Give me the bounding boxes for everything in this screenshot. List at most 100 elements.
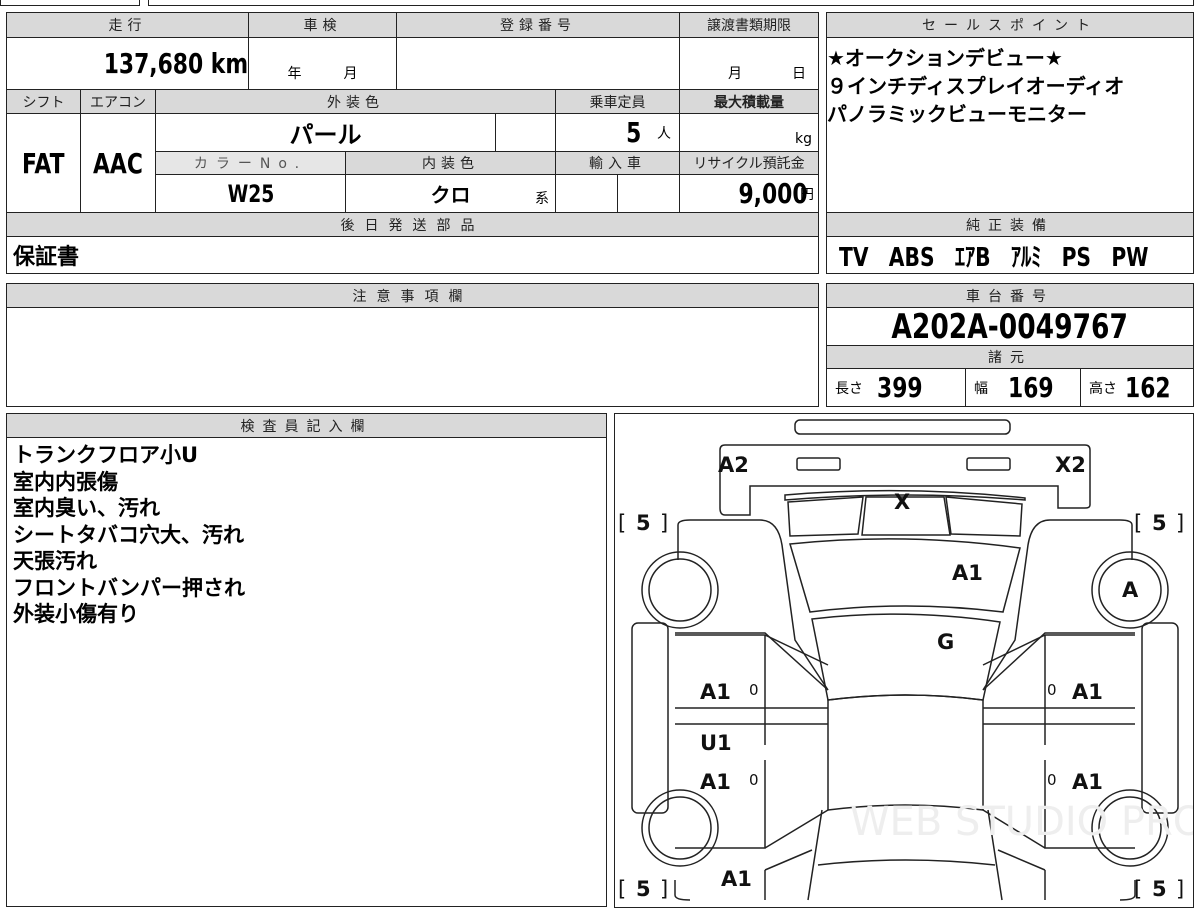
max-load-label: 最大積載量: [679, 89, 819, 114]
inspector-line: 室内臭い、汚れ: [13, 496, 160, 520]
spec-label: 諸元: [826, 345, 1194, 369]
shift-label: シフト: [6, 89, 81, 114]
mark-front-door-right: A1: [1072, 770, 1103, 794]
mark-zero: 0: [1047, 681, 1057, 699]
inspector-line: フロントバンパー押され: [13, 575, 246, 600]
aircon-label: エアコン: [80, 89, 156, 114]
inspector-notes: トランクフロア小U 室内内張傷 室内臭い、汚れ シートタバコ穴大、汚れ 天張汚れ…: [13, 442, 245, 628]
color-no-value: W25: [155, 174, 346, 213]
equipment-text: TV ABS ｴｱB ｱﾙﾐ PS PW: [839, 242, 1149, 273]
mark-front-fender-left: A1: [721, 867, 752, 891]
mark-rear-right: X2: [1055, 453, 1086, 477]
capacity-label: 乗車定員: [555, 89, 680, 114]
sales-point: ★オークションデビュー★: [827, 46, 1063, 70]
hood-shape: [827, 694, 984, 811]
tire-bracket: ]: [660, 511, 668, 535]
tire-bracket: [: [1134, 511, 1142, 535]
length-value: 399: [877, 371, 923, 404]
sales-points-box: ★オークションデビュー★ ９インチディスプレイオーディオ パノラミックビューモニ…: [826, 37, 1194, 213]
color-no-label: カラーNo.: [155, 151, 346, 175]
inspector-line: シートタバコ穴大、汚れ: [13, 522, 244, 547]
tire-bracket: [: [618, 877, 626, 901]
recycle-label: リサイクル預託金: [679, 151, 819, 175]
height-value: 162: [1125, 371, 1171, 404]
width-label: 幅: [974, 380, 988, 397]
interior-suffix: 系: [535, 191, 549, 207]
windshield-shape: [811, 613, 1001, 701]
mark-zero: 0: [749, 771, 759, 789]
inspector-box: トランクフロア小U 室内内張傷 室内臭い、汚れ シートタバコ穴大、汚れ 天張汚れ…: [6, 437, 607, 907]
chassis-label: 車台番号: [826, 283, 1194, 308]
tire-bracket: ]: [1176, 877, 1184, 901]
tire-bracket: ]: [660, 877, 668, 901]
shaken-month: 月: [343, 66, 358, 82]
mark-rear-glass: X: [894, 490, 910, 514]
interior-color-label: 内装色: [345, 151, 556, 175]
capacity-value: 5人: [555, 113, 680, 152]
mark-rear-left: A2: [718, 453, 749, 477]
recycle-value: 9,000 円: [679, 174, 819, 213]
mark-step-left: U1: [700, 731, 732, 755]
tire-rear-left: 5: [636, 511, 651, 535]
height-cell: 高さ 162: [1080, 368, 1194, 407]
roof-shape: [789, 538, 1021, 613]
max-load-value: kg: [679, 113, 819, 152]
mark-zero: 0: [1047, 771, 1057, 789]
shift-value: FAT: [6, 113, 81, 213]
mark-rear-door-right: A1: [1072, 680, 1103, 704]
exterior-color-value: パール: [155, 113, 496, 152]
transfer-deadline-value: 月日: [679, 37, 819, 90]
transfer-day: 日: [792, 66, 806, 82]
capacity-unit: 人: [657, 125, 671, 142]
mileage-value: 137,680 km: [6, 37, 249, 90]
equipment-label: 純正装備: [826, 212, 1194, 237]
transfer-deadline-label: 譲渡書類期限: [679, 12, 819, 38]
interior-color-value: クロ 系: [345, 174, 556, 213]
inspector-line: 天張汚れ: [13, 549, 97, 573]
mark-wheel-front-right: A: [1122, 578, 1139, 602]
notes-label: 注意事項欄: [6, 283, 819, 308]
sales-points-label: セールスポイント: [826, 12, 1194, 38]
sales-point: パノラミックビューモニター: [827, 102, 1087, 126]
tire-bracket: [: [1134, 877, 1142, 901]
transfer-month: 月: [728, 66, 742, 82]
interior-color-text: クロ: [430, 183, 471, 207]
registration-value: [396, 37, 680, 90]
exterior-color-text: パール: [289, 121, 362, 149]
registration-label: 登録番号: [396, 12, 680, 38]
length-cell: 長さ 399: [826, 368, 966, 407]
exterior-color-label: 外装色: [155, 89, 556, 114]
capacity-text: 5: [625, 116, 641, 149]
chassis-number: A202A-0049767: [826, 307, 1194, 346]
chassis-number-text: A202A-0049767: [891, 307, 1129, 346]
mark-windshield: G: [937, 630, 954, 654]
color-no-text: W25: [227, 179, 274, 208]
length-label: 長さ: [835, 380, 863, 397]
tire-rear-right: 5: [1152, 511, 1167, 535]
sales-points-list: ★オークションデビュー★ ９インチディスプレイオーディオ パノラミックビューモニ…: [827, 44, 1124, 128]
later-parts-label: 後日発送部品: [6, 212, 819, 237]
top-strip-cell: [0, 0, 140, 6]
width-value: 169: [1008, 371, 1054, 404]
recycle-fee: 9,000: [738, 177, 808, 210]
tire-front-right: 5: [1152, 877, 1167, 901]
import-value-2: [617, 174, 680, 213]
height-label: 高さ: [1089, 380, 1117, 397]
damage-diagram: WEB STUDIO PRO A2 X2 X A1 A G A1 A1 U1 A…: [614, 413, 1194, 908]
width-cell: 幅 169: [965, 368, 1081, 407]
mark-rear-door-left: A1: [700, 680, 731, 704]
tire-bracket: ]: [1176, 511, 1184, 535]
car-outline: WEB STUDIO PRO A2 X2 X A1 A G A1 A1 U1 A…: [618, 419, 1194, 901]
shaken-label: 車検: [248, 12, 397, 38]
mileage-label: 走行: [6, 12, 249, 38]
notes-box: [6, 307, 819, 407]
inspector-label: 検査員記入欄: [6, 413, 607, 438]
import-label: 輸入車: [555, 151, 680, 175]
top-strip-cell: [148, 0, 1194, 6]
inspector-line: トランクフロア小U: [13, 443, 199, 467]
watermark: WEB STUDIO PRO: [850, 799, 1194, 845]
later-parts-value: 保証書: [6, 236, 819, 274]
sales-point: ９インチディスプレイオーディオ: [827, 74, 1125, 98]
import-value: [555, 174, 618, 213]
mark-zero: 0: [749, 681, 759, 699]
